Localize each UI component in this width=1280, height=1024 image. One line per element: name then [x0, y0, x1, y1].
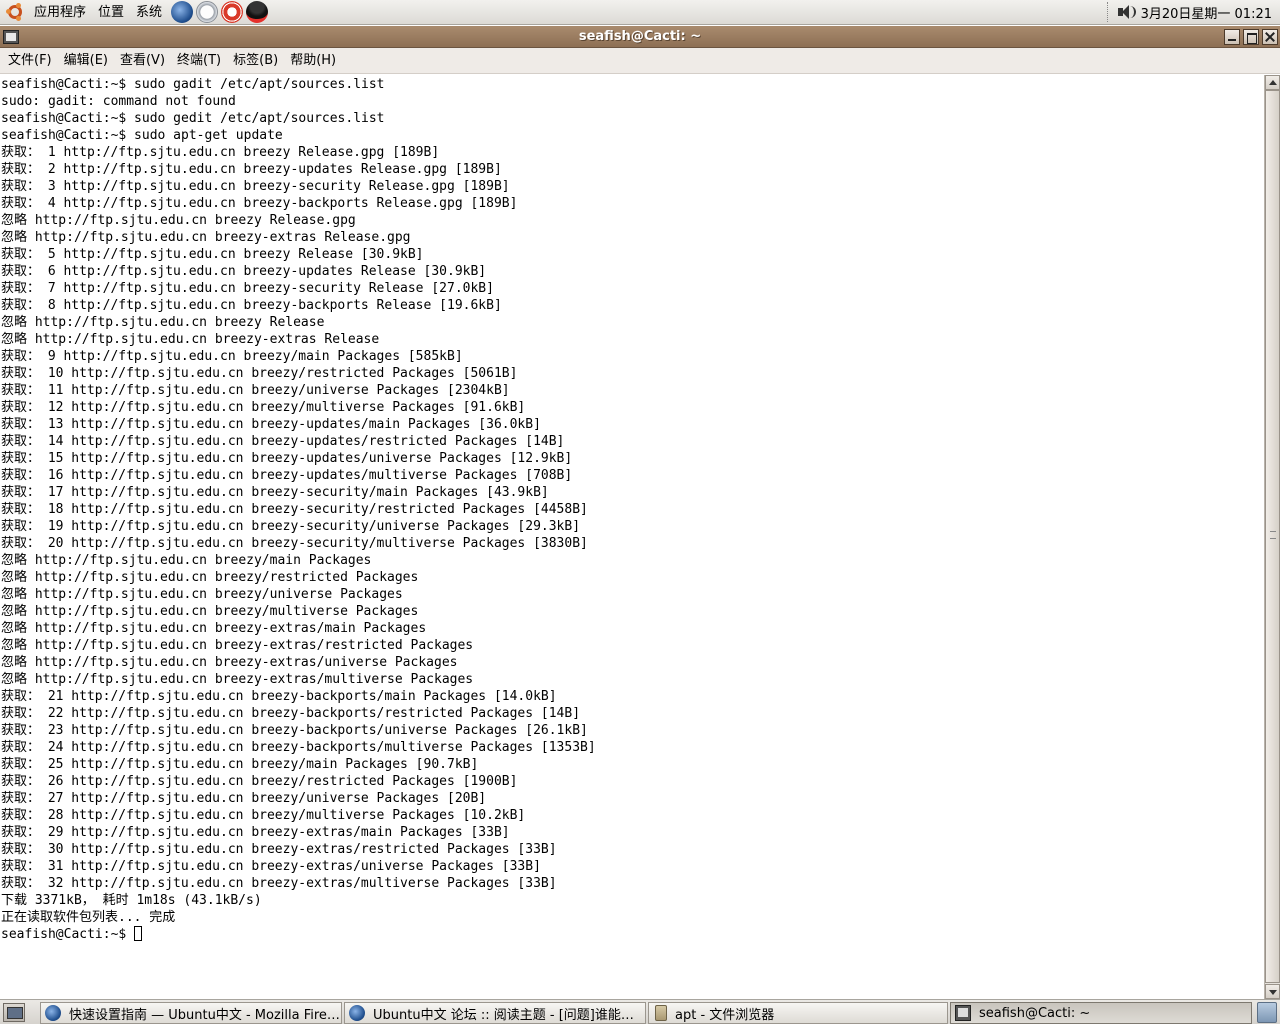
terminal-line: 获取： 15 http://ftp.sjtu.edu.cn breezy-upd…	[1, 451, 573, 466]
places-menu[interactable]: 位置	[92, 0, 130, 25]
terminal-line: 获取： 19 http://ftp.sjtu.edu.cn breezy-sec…	[1, 519, 581, 534]
ubuntu-logo-icon[interactable]	[6, 3, 24, 21]
terminal-line: 获取： 7 http://ftp.sjtu.edu.cn breezy-secu…	[1, 281, 494, 296]
terminal-line: 下载 3371kB， 耗时 1m18s (43.1kB/s)	[1, 893, 262, 908]
terminal-line: 忽略 http://ftp.sjtu.edu.cn breezy/multive…	[1, 604, 419, 619]
terminal-line: 获取： 27 http://ftp.sjtu.edu.cn breezy/uni…	[1, 791, 487, 806]
show-desktop-icon[interactable]	[3, 1003, 25, 1022]
task-label: apt - 文件浏览器	[675, 1007, 775, 1023]
terminal-window: seafish@Cacti: ~ 文件(F) 编辑(E) 查看(V) 终端(T)…	[0, 26, 1280, 999]
task-label: seafish@Cacti: ~	[979, 1005, 1091, 1021]
terminal-line: 忽略 http://ftp.sjtu.edu.cn breezy/restric…	[1, 570, 419, 585]
terminal-line: 忽略 http://ftp.sjtu.edu.cn breezy-extras …	[1, 230, 411, 245]
system-menu[interactable]: 系统	[130, 0, 168, 25]
terminal-line: 获取： 28 http://ftp.sjtu.edu.cn breezy/mul…	[1, 808, 526, 823]
terminal-line: seafish@Cacti:~$ sudo gadit /etc/apt/sou…	[1, 77, 385, 92]
taskbar-button-file-browser[interactable]: apt - 文件浏览器	[648, 1002, 948, 1024]
terminal-icon	[955, 1005, 971, 1021]
terminal-line: 获取： 14 http://ftp.sjtu.edu.cn breezy-upd…	[1, 434, 565, 449]
maximize-button[interactable]	[1243, 29, 1259, 45]
terminal-line: 获取： 16 http://ftp.sjtu.edu.cn breezy-upd…	[1, 468, 573, 483]
terminal-line: 获取： 11 http://ftp.sjtu.edu.cn breezy/uni…	[1, 383, 510, 398]
terminal-line: 获取： 18 http://ftp.sjtu.edu.cn breezy-sec…	[1, 502, 588, 517]
volume-icon[interactable]	[1117, 4, 1136, 20]
terminal-line: 获取： 4 http://ftp.sjtu.edu.cn breezy-back…	[1, 196, 518, 211]
menu-terminal[interactable]: 终端(T)	[171, 48, 227, 74]
terminal-line: 忽略 http://ftp.sjtu.edu.cn breezy-extras …	[1, 332, 380, 347]
terminal-line: 获取： 13 http://ftp.sjtu.edu.cn breezy-upd…	[1, 417, 541, 432]
vertical-scrollbar[interactable]	[1264, 75, 1280, 999]
help-icon[interactable]	[221, 1, 244, 23]
menu-edit[interactable]: 编辑(E)	[58, 48, 114, 74]
terminal-line: 忽略 http://ftp.sjtu.edu.cn breezy Release…	[1, 213, 356, 228]
taskbar-button-firefox-forum[interactable]: Ubuntu中文 论坛 :: 阅读主题 - [问题]谁能…	[344, 1002, 646, 1024]
terminal-cursor	[134, 926, 143, 941]
taskbar-button-terminal[interactable]: seafish@Cacti: ~	[950, 1002, 1252, 1024]
scroll-up-arrow-icon[interactable]	[1265, 75, 1280, 90]
terminal-line: 获取： 22 http://ftp.sjtu.edu.cn breezy-bac…	[1, 706, 581, 721]
panel-separator	[1106, 2, 1109, 22]
terminal-line: 正在读取软件包列表... 完成	[1, 910, 176, 925]
panel-clock[interactable]: 3月20日星期一 01:21	[1141, 3, 1280, 22]
window-titlebar[interactable]: seafish@Cacti: ~	[0, 26, 1280, 48]
terminal-line: 忽略 http://ftp.sjtu.edu.cn breezy-extras/…	[1, 621, 427, 636]
terminal-line: 忽略 http://ftp.sjtu.edu.cn breezy-extras/…	[1, 655, 458, 670]
terminal-line: seafish@Cacti:~$ sudo gedit /etc/apt/sou…	[1, 111, 385, 126]
terminal-prompt: seafish@Cacti:~$	[1, 927, 135, 942]
clock-icon[interactable]	[196, 1, 219, 23]
terminal-line: 获取： 2 http://ftp.sjtu.edu.cn breezy-upda…	[1, 162, 502, 177]
terminal-line: 获取： 8 http://ftp.sjtu.edu.cn breezy-back…	[1, 298, 502, 313]
terminal-line: 忽略 http://ftp.sjtu.edu.cn breezy-extras/…	[1, 672, 474, 687]
terminal-line: 获取： 29 http://ftp.sjtu.edu.cn breezy-ext…	[1, 825, 510, 840]
terminal-line: 获取： 10 http://ftp.sjtu.edu.cn breezy/res…	[1, 366, 518, 381]
terminal-line: 获取： 25 http://ftp.sjtu.edu.cn breezy/mai…	[1, 757, 479, 772]
firefox-icon[interactable]	[171, 1, 194, 23]
terminal-line: 获取： 20 http://ftp.sjtu.edu.cn breezy-sec…	[1, 536, 588, 551]
terminal-line: 获取： 9 http://ftp.sjtu.edu.cn breezy/main…	[1, 349, 463, 364]
terminal-line: 获取： 3 http://ftp.sjtu.edu.cn breezy-secu…	[1, 179, 510, 194]
terminal-line: 忽略 http://ftp.sjtu.edu.cn breezy Release	[1, 315, 325, 330]
menu-file[interactable]: 文件(F)	[2, 48, 58, 74]
terminal-line: 获取： 1 http://ftp.sjtu.edu.cn breezy Rele…	[1, 145, 440, 160]
terminal-line: 获取： 6 http://ftp.sjtu.edu.cn breezy-upda…	[1, 264, 487, 279]
taskbar-button-firefox-guide[interactable]: 快速设置指南 — Ubuntu中文 - Mozilla Fire…	[40, 1002, 342, 1024]
firefox-icon	[45, 1005, 61, 1021]
terminal-line: 获取： 12 http://ftp.sjtu.edu.cn breezy/mul…	[1, 400, 526, 415]
close-button[interactable]	[1262, 29, 1278, 45]
applications-menu[interactable]: 应用程序	[28, 0, 92, 25]
menu-help[interactable]: 帮助(H)	[284, 48, 342, 74]
terminal-line: 忽略 http://ftp.sjtu.edu.cn breezy-extras/…	[1, 638, 474, 653]
terminal-line: 获取： 23 http://ftp.sjtu.edu.cn breezy-bac…	[1, 723, 588, 738]
task-label: 快速设置指南 — Ubuntu中文 - Mozilla Fire…	[69, 1007, 340, 1023]
terminal-line: 获取： 32 http://ftp.sjtu.edu.cn breezy-ext…	[1, 876, 557, 891]
qq-icon[interactable]	[246, 1, 269, 23]
menubar: 文件(F) 编辑(E) 查看(V) 终端(T) 标签(B) 帮助(H)	[0, 48, 1280, 74]
terminal-line: 获取： 31 http://ftp.sjtu.edu.cn breezy-ext…	[1, 859, 541, 874]
minimize-button[interactable]	[1224, 29, 1240, 45]
firefox-icon	[349, 1005, 365, 1021]
terminal-line: 忽略 http://ftp.sjtu.edu.cn breezy/main Pa…	[1, 553, 372, 568]
terminal-line: 获取： 24 http://ftp.sjtu.edu.cn breezy-bac…	[1, 740, 596, 755]
folder-icon	[655, 1005, 667, 1021]
window-title: seafish@Cacti: ~	[578, 29, 702, 44]
terminal-line: 忽略 http://ftp.sjtu.edu.cn breezy/univers…	[1, 587, 403, 602]
trash-icon[interactable]	[1257, 1002, 1277, 1023]
terminal-line: sudo: gadit: command not found	[1, 94, 236, 109]
terminal-output-area[interactable]: seafish@Cacti:~$ sudo gadit /etc/apt/sou…	[0, 75, 1280, 999]
bottom-panel: 快速设置指南 — Ubuntu中文 - Mozilla Fire… Ubuntu…	[0, 999, 1280, 1024]
terminal-prompt-line[interactable]: seafish@Cacti:~$	[1, 926, 1262, 943]
task-label: Ubuntu中文 论坛 :: 阅读主题 - [问题]谁能…	[373, 1007, 634, 1023]
menu-view[interactable]: 查看(V)	[114, 48, 171, 74]
top-panel: 应用程序 位置 系统 3月20日星期一 01:21	[0, 0, 1280, 25]
scrollbar-thumb[interactable]	[1265, 90, 1280, 983]
terminal-line: 获取： 30 http://ftp.sjtu.edu.cn breezy-ext…	[1, 842, 557, 857]
terminal-line: 获取： 26 http://ftp.sjtu.edu.cn breezy/res…	[1, 774, 518, 789]
terminal-line: 获取： 17 http://ftp.sjtu.edu.cn breezy-sec…	[1, 485, 549, 500]
terminal-line: 获取： 5 http://ftp.sjtu.edu.cn breezy Rele…	[1, 247, 424, 262]
terminal-line: seafish@Cacti:~$ sudo apt-get update	[1, 128, 283, 143]
scroll-down-arrow-icon[interactable]	[1265, 984, 1280, 999]
menu-tabs[interactable]: 标签(B)	[227, 48, 284, 74]
terminal-text: seafish@Cacti:~$ sudo gadit /etc/apt/sou…	[1, 76, 1262, 943]
terminal-line: 获取： 21 http://ftp.sjtu.edu.cn breezy-bac…	[1, 689, 557, 704]
